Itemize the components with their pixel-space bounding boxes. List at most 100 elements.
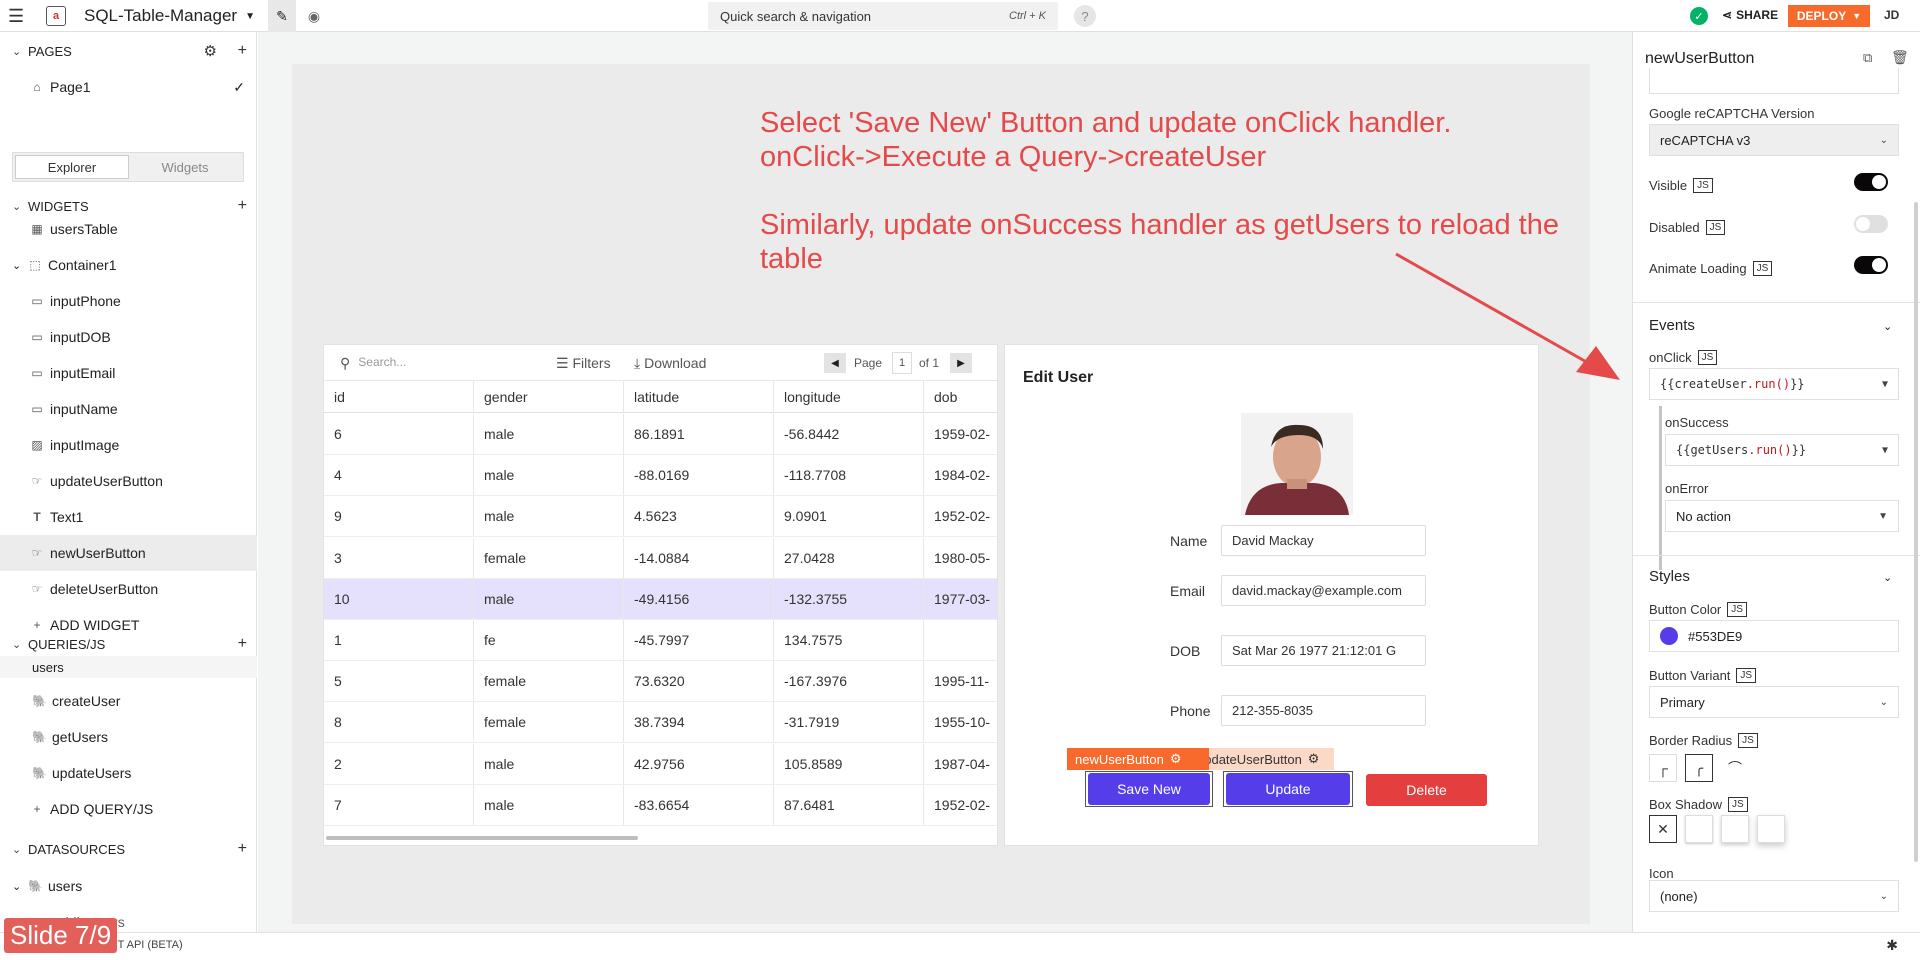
- color-swatch[interactable]: [1660, 627, 1678, 645]
- column-header[interactable]: id: [324, 381, 474, 412]
- copy-icon[interactable]: ⧉: [1863, 50, 1872, 66]
- js-toggle[interactable]: JS: [1693, 178, 1713, 193]
- datasource-item-users[interactable]: ⌄ 🐘 users: [0, 868, 257, 904]
- download-button[interactable]: ⤓ Download: [634, 355, 706, 372]
- page-number-input[interactable]: 1: [892, 352, 912, 374]
- avatar[interactable]: JD: [1884, 8, 1899, 22]
- menu-icon[interactable]: ☰: [8, 6, 24, 27]
- update-button[interactable]: Update: [1226, 773, 1350, 805]
- table-row[interactable]: 6 male 86.1891 -56.8442 1959-02-: [324, 414, 997, 455]
- gear-icon[interactable]: ⚙: [204, 42, 217, 60]
- table-row[interactable]: 8 female 38.7394 -31.7919 1955-10-: [324, 702, 997, 744]
- horizontal-scrollbar[interactable]: [326, 836, 638, 840]
- table-row[interactable]: 5 female 73.6320 -167.3976 1995-11-: [324, 661, 997, 703]
- onerror-action-select[interactable]: No action ▼: [1665, 500, 1899, 532]
- icon-select[interactable]: (none) ⌄: [1649, 880, 1899, 912]
- widget-item-updateUserButton[interactable]: ☞ updateUserButton: [0, 463, 257, 499]
- widget-item-inputImage[interactable]: ▨ inputImage: [0, 427, 257, 463]
- widget-item-newUserButton[interactable]: ☞ newUserButton: [0, 535, 257, 571]
- app-logo-icon[interactable]: a: [46, 6, 66, 26]
- table-row[interactable]: 4 male -88.0169 -118.7708 1984-02-: [324, 455, 997, 497]
- shadow-medium-option[interactable]: [1721, 815, 1749, 843]
- widget-item-inputName[interactable]: ▭ inputName: [0, 391, 257, 427]
- user-photo[interactable]: [1241, 413, 1353, 515]
- widget-item-inputPhone[interactable]: ▭ inputPhone: [0, 283, 257, 319]
- table-search[interactable]: ⚲ Search...: [340, 355, 406, 372]
- widget-item-deleteUserButton[interactable]: ☞ deleteUserButton: [0, 571, 257, 607]
- js-toggle[interactable]: JS: [1728, 797, 1748, 812]
- shadow-small-option[interactable]: [1685, 815, 1713, 843]
- deploy-button[interactable]: DEPLOY ▼: [1788, 5, 1870, 27]
- quick-search[interactable]: Quick search & navigation Ctrl + K: [708, 2, 1058, 30]
- radius-circle-option[interactable]: ⌒: [1721, 754, 1749, 782]
- property-pane-scrollbar[interactable]: [1914, 202, 1918, 862]
- events-heading[interactable]: Events: [1649, 317, 1695, 334]
- pages-section-header[interactable]: ⌄ PAGES ⚙ +: [0, 36, 257, 66]
- page-item[interactable]: ⌂ Page1 ✓: [0, 69, 257, 105]
- trash-icon[interactable]: 🗑: [1891, 49, 1909, 66]
- table-row[interactable]: 2 male 42.9756 105.8589 1987-04-: [324, 743, 997, 785]
- table-row[interactable]: 1 fe -45.7997 134.7575: [324, 620, 997, 661]
- table-row[interactable]: 3 female -14.0884 27.0428 1980-05-: [324, 537, 997, 579]
- animate-loading-switch[interactable]: [1854, 256, 1888, 274]
- button-color-input[interactable]: #553DE9: [1649, 620, 1899, 652]
- next-page-button[interactable]: ▶: [950, 353, 972, 373]
- table-row[interactable]: 9 male 4.5623 9.0901 1952-02-: [324, 496, 997, 538]
- filters-button[interactable]: ☰ Filters: [556, 355, 611, 372]
- widget-item-Container1[interactable]: ⌄ ⬚ Container1: [0, 247, 257, 283]
- column-header[interactable]: gender: [474, 381, 624, 412]
- query-item-updateUsers[interactable]: 🐘 updateUsers: [0, 755, 257, 791]
- js-toggle[interactable]: JS: [1738, 733, 1758, 748]
- recaptcha-key-input[interactable]: [1649, 68, 1899, 94]
- delete-button[interactable]: Delete: [1366, 774, 1487, 806]
- datasources-section-header[interactable]: ⌄ DATASOURCES +: [0, 834, 257, 864]
- widget-item-inputDOB[interactable]: ▭ inputDOB: [0, 319, 257, 355]
- widget-item-usersTable[interactable]: ▦ usersTable: [0, 211, 257, 247]
- new-user-button-tag[interactable]: newUserButton ⚙: [1067, 748, 1209, 770]
- edit-mode-button[interactable]: ✎: [268, 0, 296, 32]
- phone-input[interactable]: 212-355-8035: [1221, 695, 1426, 726]
- column-header[interactable]: dob: [924, 381, 997, 412]
- widget-name-title[interactable]: newUserButton: [1645, 50, 1754, 68]
- preview-mode-button[interactable]: ◉: [304, 0, 324, 32]
- widget-item-inputEmail[interactable]: ▭ inputEmail: [0, 355, 257, 391]
- query-item-createUser[interactable]: 🐘 createUser: [0, 683, 257, 719]
- js-toggle[interactable]: JS: [1705, 220, 1726, 235]
- add-query-icon[interactable]: +: [238, 635, 247, 653]
- save-new-button[interactable]: Save New: [1088, 773, 1210, 805]
- shadow-large-option[interactable]: [1757, 815, 1785, 843]
- recaptcha-version-select[interactable]: reCAPTCHA v3 ⌄: [1649, 124, 1899, 156]
- shadow-none-option[interactable]: ✕: [1649, 815, 1677, 843]
- app-title[interactable]: SQL-Table-Manager ▼: [84, 6, 255, 26]
- visible-switch[interactable]: [1854, 173, 1888, 191]
- column-header[interactable]: longitude: [774, 381, 924, 412]
- js-toggle[interactable]: JS: [1697, 350, 1718, 365]
- onsuccess-action-select[interactable]: {{getUsers.run()}} ▼: [1665, 434, 1899, 466]
- widget-item-Text1[interactable]: T Text1: [0, 499, 257, 535]
- email-input[interactable]: david.mackay@example.com: [1221, 575, 1426, 606]
- chevron-down-icon[interactable]: ⌄: [1883, 320, 1892, 333]
- onclick-action-select[interactable]: {{createUser.run()}} ▼: [1649, 368, 1899, 400]
- radius-sharp-option[interactable]: ┌: [1649, 754, 1677, 782]
- prev-page-button[interactable]: ◀: [824, 353, 846, 373]
- users-table[interactable]: ⚲ Search... ☰ Filters ⤓ Download ◀ Page …: [323, 344, 998, 846]
- column-header[interactable]: latitude: [624, 381, 774, 412]
- table-row[interactable]: 7 male -83.6654 87.6481 1952-02-: [324, 784, 997, 826]
- bug-icon[interactable]: ✱: [1886, 937, 1898, 954]
- styles-heading[interactable]: Styles: [1649, 568, 1690, 585]
- tab-widgets[interactable]: Widgets: [129, 155, 241, 179]
- add-page-icon[interactable]: +: [238, 42, 247, 60]
- chevron-down-icon[interactable]: ⌄: [1883, 571, 1892, 584]
- dob-input[interactable]: Sat Mar 26 1977 21:12:01 G: [1221, 635, 1426, 666]
- query-item-getUsers[interactable]: 🐘 getUsers: [0, 719, 257, 755]
- help-button[interactable]: ?: [1074, 5, 1096, 27]
- js-toggle[interactable]: JS: [1752, 261, 1773, 276]
- js-toggle[interactable]: JS: [1727, 602, 1747, 617]
- update-user-button-tag[interactable]: updateUserButton ⚙: [1189, 748, 1334, 770]
- radius-rounded-option[interactable]: ╭: [1685, 754, 1713, 782]
- button-variant-select[interactable]: Primary ⌄: [1649, 686, 1899, 718]
- name-input[interactable]: David Mackay: [1221, 525, 1426, 556]
- share-button[interactable]: ⋖ SHARE: [1722, 8, 1778, 22]
- tab-explorer[interactable]: Explorer: [15, 155, 129, 179]
- add-datasource-icon[interactable]: +: [238, 840, 247, 858]
